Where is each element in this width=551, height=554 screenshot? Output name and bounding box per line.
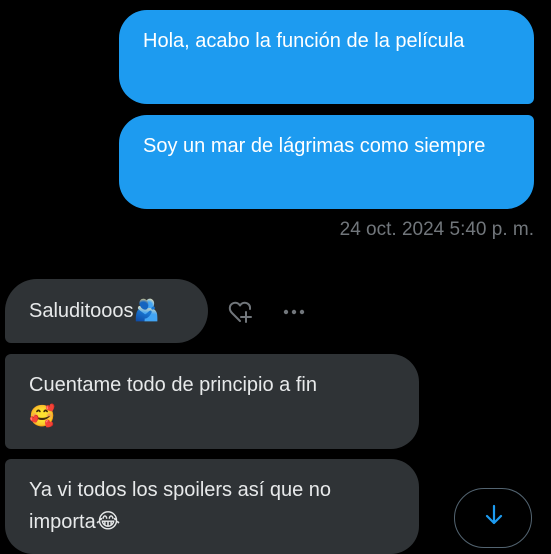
message-text: Ya vi todos los spoilers así que no impo… — [29, 479, 337, 533]
tears-of-joy-emoji: 😂 — [95, 509, 121, 533]
hug-emoji: 🫂 — [133, 298, 160, 322]
message-timestamp: 24 oct. 2024 5:40 p. m. — [339, 219, 534, 240]
scroll-to-bottom-button[interactable] — [454, 488, 532, 548]
more-options-icon[interactable] — [280, 300, 308, 324]
received-message-bubble[interactable]: Ya vi todos los spoilers así que no impo… — [5, 459, 419, 554]
message-text: Soy un mar de lágrimas como siempre — [143, 135, 486, 157]
sent-message-bubble[interactable]: Soy un mar de lágrimas como siempre — [119, 115, 534, 209]
received-message-bubble[interactable]: Cuentame todo de principio a fin 🥰 — [5, 354, 419, 449]
message-text: Cuentame todo de principio a fin — [29, 374, 317, 396]
received-message-bubble[interactable]: Saluditooos🫂 — [5, 279, 208, 343]
smiling-hearts-emoji: 🥰 — [29, 404, 56, 428]
add-reaction-icon[interactable] — [227, 298, 255, 326]
message-text: Hola, acabo la función de la película — [143, 30, 465, 52]
message-text: Saluditooos — [29, 300, 134, 322]
sent-message-bubble[interactable]: Hola, acabo la función de la película — [119, 10, 534, 104]
